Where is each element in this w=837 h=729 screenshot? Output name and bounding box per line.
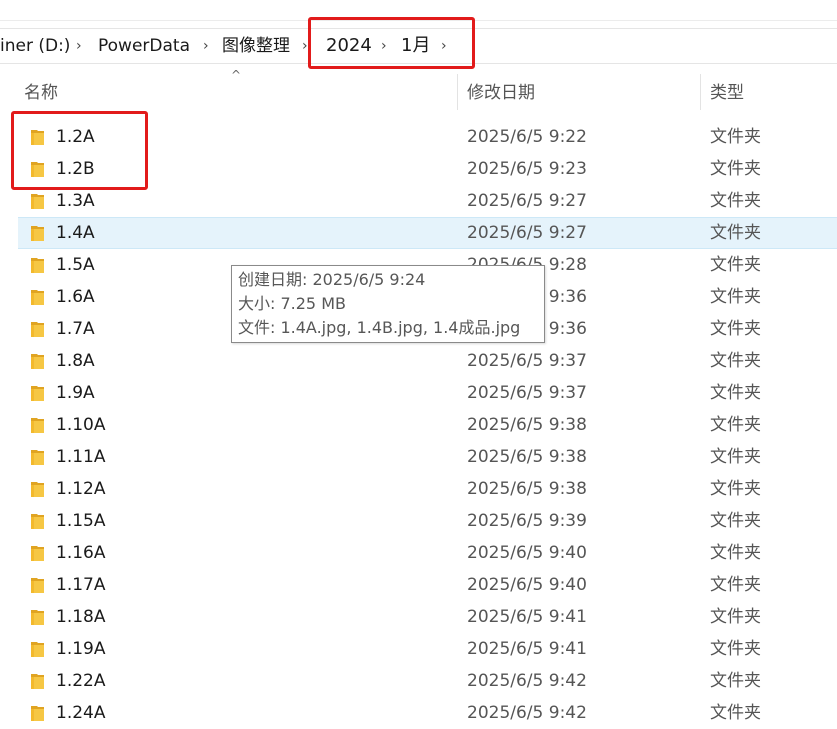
file-type: 文件夹 <box>710 575 761 595</box>
file-type: 文件夹 <box>710 479 761 499</box>
file-type: 文件夹 <box>710 319 761 339</box>
file-date: 2025/6/5 9:27 <box>467 191 587 211</box>
folder-icon <box>31 322 44 337</box>
file-name: 1.7A <box>56 319 95 339</box>
file-date: 2025/6/5 9:41 <box>467 639 587 659</box>
file-name: 1.17A <box>56 575 106 595</box>
folder-icon <box>31 194 44 209</box>
folder-icon <box>31 674 44 689</box>
file-type: 文件夹 <box>710 127 761 147</box>
file-type: 文件夹 <box>710 255 761 275</box>
column-header-name[interactable]: 名称 <box>24 76 58 110</box>
file-name: 1.12A <box>56 479 106 499</box>
folder-icon <box>31 258 44 273</box>
file-name: 1.6A <box>56 287 95 307</box>
sort-ascending-icon: ^ <box>231 68 242 82</box>
file-name: 1.5A <box>56 255 95 275</box>
tooltip-files: 文件: 1.4A.jpg, 1.4B.jpg, 1.4成品.jpg <box>238 318 521 337</box>
file-name: 1.9A <box>56 383 95 403</box>
file-type: 文件夹 <box>710 703 761 723</box>
file-name: 1.18A <box>56 607 106 627</box>
file-name: 1.10A <box>56 415 106 435</box>
folder-icon <box>31 354 44 369</box>
file-name: 1.24A <box>56 703 106 723</box>
chevron-right-icon[interactable]: › <box>302 29 308 63</box>
folder-icon <box>31 450 44 465</box>
folder-icon <box>31 706 44 721</box>
tooltip-created: 创建日期: 2025/6/5 9:24 <box>238 270 426 289</box>
highlight-box-breadcrumb <box>308 17 475 69</box>
file-type: 文件夹 <box>710 511 761 531</box>
file-name: 1.19A <box>56 639 106 659</box>
file-type: 文件夹 <box>710 223 761 243</box>
file-date: 2025/6/5 9:38 <box>467 479 587 499</box>
file-row[interactable]: 1.10A 2025/6/5 9:38 文件夹 <box>0 409 837 441</box>
folder-icon <box>31 578 44 593</box>
folder-icon <box>31 418 44 433</box>
file-row[interactable]: 1.15A 2025/6/5 9:39 文件夹 <box>0 505 837 537</box>
file-type: 文件夹 <box>710 607 761 627</box>
column-header-type[interactable]: 类型 <box>710 76 744 110</box>
file-type: 文件夹 <box>710 543 761 563</box>
file-name: 1.15A <box>56 511 106 531</box>
file-date: 2025/6/5 9:42 <box>467 703 587 723</box>
breadcrumb-powerdata[interactable]: PowerData <box>98 29 190 63</box>
folder-icon <box>31 610 44 625</box>
file-type: 文件夹 <box>710 447 761 467</box>
folder-icon <box>31 546 44 561</box>
folder-icon <box>31 386 44 401</box>
column-divider[interactable] <box>700 74 701 110</box>
file-row[interactable]: 1.11A 2025/6/5 9:38 文件夹 <box>0 441 837 473</box>
file-name: 1.8A <box>56 351 95 371</box>
file-date: 2025/6/5 9:40 <box>467 543 587 563</box>
file-date: 2025/6/5 9:40 <box>467 575 587 595</box>
file-date: 2025/6/5 9:38 <box>467 415 587 435</box>
file-row[interactable]: 1.24A 2025/6/5 9:42 文件夹 <box>0 697 837 729</box>
file-type: 文件夹 <box>710 639 761 659</box>
file-name: 1.16A <box>56 543 106 563</box>
file-row[interactable]: 1.16A 2025/6/5 9:40 文件夹 <box>0 537 837 569</box>
file-date: 2025/6/5 9:41 <box>467 607 587 627</box>
file-type: 文件夹 <box>710 671 761 691</box>
tooltip-size: 大小: 7.25 MB <box>238 294 346 313</box>
file-date: 2025/6/5 9:39 <box>467 511 587 531</box>
file-date: 2025/6/5 9:37 <box>467 351 587 371</box>
breadcrumb-image-organize[interactable]: 图像整理 <box>222 29 290 63</box>
file-row[interactable]: 1.12A 2025/6/5 9:38 文件夹 <box>0 473 837 505</box>
file-type: 文件夹 <box>710 191 761 211</box>
file-type: 文件夹 <box>710 287 761 307</box>
file-type: 文件夹 <box>710 159 761 179</box>
file-row[interactable]: 1.17A 2025/6/5 9:40 文件夹 <box>0 569 837 601</box>
folder-icon <box>31 482 44 497</box>
file-date: 2025/6/5 9:42 <box>467 671 587 691</box>
highlight-box-folders <box>11 111 148 190</box>
file-row[interactable]: 1.8A 2025/6/5 9:37 文件夹 <box>0 345 837 377</box>
folder-icon <box>31 642 44 657</box>
file-type: 文件夹 <box>710 415 761 435</box>
file-row[interactable]: 1.22A 2025/6/5 9:42 文件夹 <box>0 665 837 697</box>
file-name: 1.4A <box>56 223 95 243</box>
folder-info-tooltip: 创建日期: 2025/6/5 9:24 大小: 7.25 MB 文件: 1.4A… <box>231 265 545 343</box>
chevron-right-icon[interactable]: › <box>76 29 82 63</box>
folder-icon <box>31 226 44 241</box>
file-date: 2025/6/5 9:22 <box>467 127 587 147</box>
file-row[interactable]: 1.19A 2025/6/5 9:41 文件夹 <box>0 633 837 665</box>
file-type: 文件夹 <box>710 383 761 403</box>
breadcrumb-drive[interactable]: iner (D:) <box>0 29 70 63</box>
folder-icon <box>31 290 44 305</box>
file-row[interactable]: 1.18A 2025/6/5 9:41 文件夹 <box>0 601 837 633</box>
file-date: 2025/6/5 9:27 <box>467 223 587 243</box>
folder-icon <box>31 514 44 529</box>
file-name: 1.22A <box>56 671 106 691</box>
file-type: 文件夹 <box>710 351 761 371</box>
file-date: 2025/6/5 9:38 <box>467 447 587 467</box>
column-header-date[interactable]: 修改日期 <box>467 76 535 110</box>
file-date: 2025/6/5 9:23 <box>467 159 587 179</box>
file-date: 2025/6/5 9:37 <box>467 383 587 403</box>
column-divider[interactable] <box>457 74 458 110</box>
file-row[interactable]: 1.9A 2025/6/5 9:37 文件夹 <box>0 377 837 409</box>
chevron-right-icon[interactable]: › <box>203 29 209 63</box>
file-name: 1.11A <box>56 447 106 467</box>
file-row[interactable]: 1.4A 2025/6/5 9:27 文件夹 <box>0 217 837 249</box>
